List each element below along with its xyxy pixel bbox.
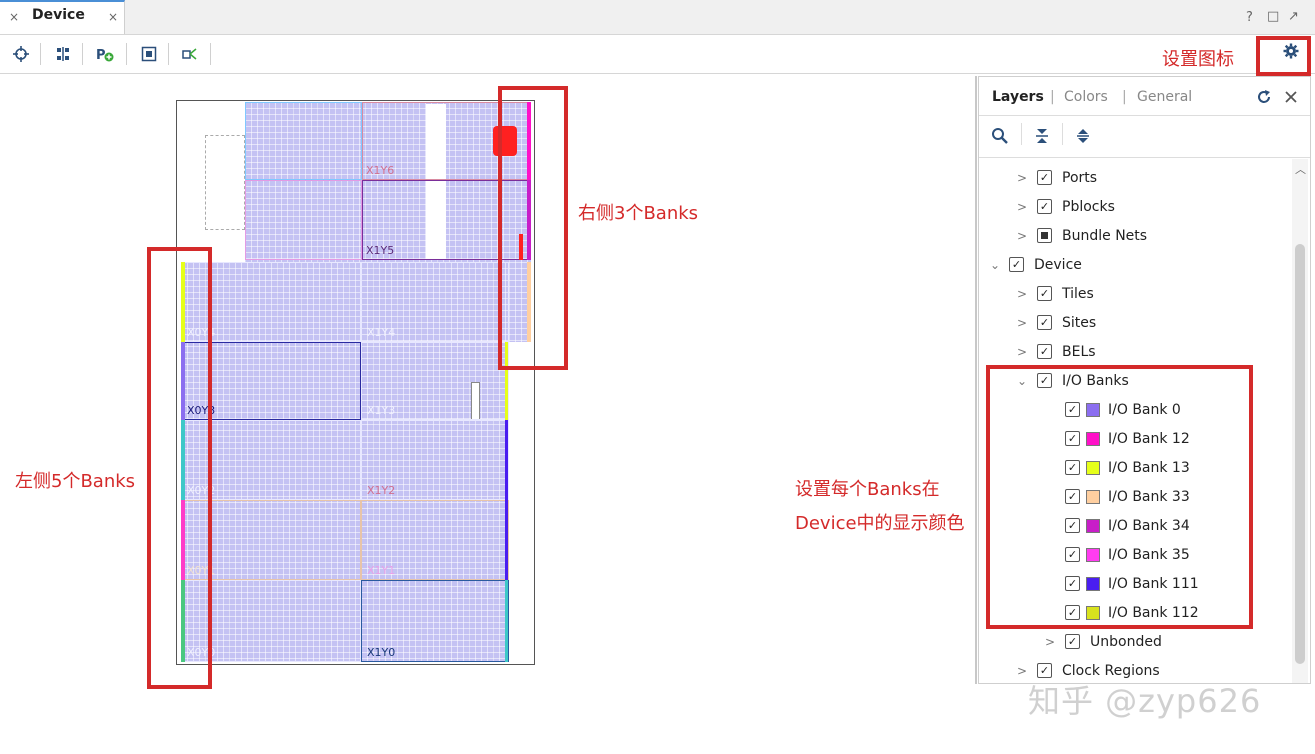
right-banks-annotation: 右侧3个Banks	[578, 203, 699, 224]
chevron-right-icon[interactable]: >	[1015, 287, 1029, 301]
tree-item-pblocks[interactable]: > ✓ Pblocks	[979, 192, 1291, 221]
tree-label: Unbonded	[1090, 633, 1162, 650]
right-banks-highlight-box	[498, 86, 568, 370]
route-icon[interactable]	[50, 41, 76, 67]
chevron-right-icon[interactable]: >	[1015, 316, 1029, 330]
chevron-right-icon[interactable]: >	[1015, 664, 1029, 678]
io-bank-strip	[505, 580, 508, 662]
bank-colors-annotation-line2: Device中的显示颜色	[795, 513, 965, 534]
tree-label: Sites	[1062, 314, 1097, 331]
chevron-right-icon[interactable]: >	[1015, 345, 1029, 359]
io-bank-strip	[505, 420, 508, 580]
left-banks-annotation: 左侧5个Banks	[15, 471, 136, 492]
bank-colors-annotation-line1: 设置每个Banks在	[795, 479, 940, 500]
float-button[interactable]: ↗	[1288, 9, 1299, 24]
region-label: X1Y4	[367, 326, 396, 339]
clock-region-x1y4: X1Y4	[361, 262, 509, 342]
checkbox[interactable]: ✓	[1037, 344, 1052, 359]
clock-region-x0y5	[245, 180, 362, 260]
tree-label: Tiles	[1062, 285, 1094, 302]
tab-title: Device	[32, 7, 85, 23]
region-label: X1Y5	[366, 244, 395, 257]
device-notch	[205, 135, 245, 230]
tree-item-device[interactable]: ⌄ ✓ Device	[979, 250, 1291, 279]
tree-label: Pblocks	[1062, 198, 1115, 215]
tree-item-ports[interactable]: > ✓ Ports	[979, 163, 1291, 192]
maximize-button[interactable]: □	[1267, 9, 1279, 24]
tree-label: Device	[1034, 256, 1082, 273]
collapse-all-icon[interactable]	[1034, 127, 1050, 145]
tree-item-tiles[interactable]: > ✓ Tiles	[979, 279, 1291, 308]
tree-item-sites[interactable]: > ✓ Sites	[979, 308, 1291, 337]
tab-colors[interactable]: Colors	[1064, 89, 1108, 105]
checkbox-partial[interactable]	[1037, 228, 1052, 243]
tab-device[interactable]: × Device ×	[0, 0, 125, 34]
settings-highlight-box	[1256, 36, 1311, 76]
tree-item-unbonded[interactable]: > ✓ Unbonded	[979, 627, 1291, 656]
close-icon[interactable]	[1283, 89, 1299, 105]
clock-region-x1y2: X1Y2	[361, 420, 509, 500]
chevron-right-icon[interactable]: >	[1015, 200, 1029, 214]
tab-separator: |	[1122, 89, 1127, 105]
fit-icon[interactable]	[136, 41, 162, 67]
tab-layers[interactable]: Layers	[992, 89, 1044, 105]
clock-region-x1y1: X1Y1	[361, 500, 509, 580]
clock-region-x1y3: X1Y3	[361, 342, 509, 420]
clock-region-x1y0: X1Y0	[361, 580, 509, 662]
tree-label: BELs	[1062, 343, 1096, 360]
schematic-icon[interactable]	[178, 41, 204, 67]
tree-item-bels[interactable]: > ✓ BELs	[979, 337, 1291, 366]
clock-region-x0y6	[245, 102, 362, 180]
region-label: X1Y3	[367, 404, 396, 417]
tab-bar: × Device × ? □ ↗	[0, 0, 1315, 35]
checkbox[interactable]: ✓	[1037, 170, 1052, 185]
region-label: X1Y6	[366, 164, 395, 177]
checkbox[interactable]: ✓	[1065, 634, 1080, 649]
region-label: X1Y2	[367, 484, 396, 497]
chevron-right-icon[interactable]: >	[1015, 171, 1029, 185]
scroll-up-icon[interactable]: ︿	[1295, 161, 1306, 177]
watermark: 知乎 @zyp626	[1028, 682, 1262, 720]
checkbox[interactable]: ✓	[1009, 257, 1024, 272]
add-pblock-icon[interactable]: P	[92, 41, 118, 67]
region-label: X1Y0	[367, 646, 396, 659]
tree-label: Bundle Nets	[1062, 227, 1148, 244]
checkbox[interactable]: ✓	[1037, 286, 1052, 301]
refresh-icon[interactable]	[1256, 89, 1272, 105]
chevron-right-icon[interactable]: >	[1015, 229, 1029, 243]
settings-annotation: 设置图标	[1162, 49, 1234, 70]
bank-list-highlight-box	[986, 365, 1253, 629]
search-icon[interactable]	[991, 127, 1009, 145]
chevron-right-icon[interactable]: >	[1043, 635, 1057, 649]
toolbar: P	[0, 35, 1315, 74]
panel-splitter[interactable]	[975, 76, 977, 684]
tab-close-button[interactable]: ×	[9, 10, 19, 24]
help-button[interactable]: ?	[1246, 10, 1253, 25]
crosshair-icon[interactable]	[8, 41, 34, 67]
tab-separator: |	[1050, 89, 1055, 105]
tree-item-bundle-nets[interactable]: > Bundle Nets	[979, 221, 1291, 250]
expand-all-icon[interactable]	[1075, 127, 1091, 145]
chevron-down-icon[interactable]: ⌄	[988, 258, 1002, 272]
scrollbar-thumb[interactable]	[1295, 244, 1305, 664]
svg-text:P: P	[96, 48, 106, 62]
left-banks-highlight-box	[147, 247, 212, 689]
checkbox[interactable]: ✓	[1037, 315, 1052, 330]
tab-close-icon[interactable]: ×	[108, 10, 118, 24]
checkbox[interactable]: ✓	[1037, 199, 1052, 214]
tree-label: Ports	[1062, 169, 1098, 186]
region-label: X1Y1	[367, 564, 396, 577]
scrollbar[interactable]: ︿	[1292, 159, 1308, 683]
tab-general[interactable]: General	[1137, 89, 1192, 105]
